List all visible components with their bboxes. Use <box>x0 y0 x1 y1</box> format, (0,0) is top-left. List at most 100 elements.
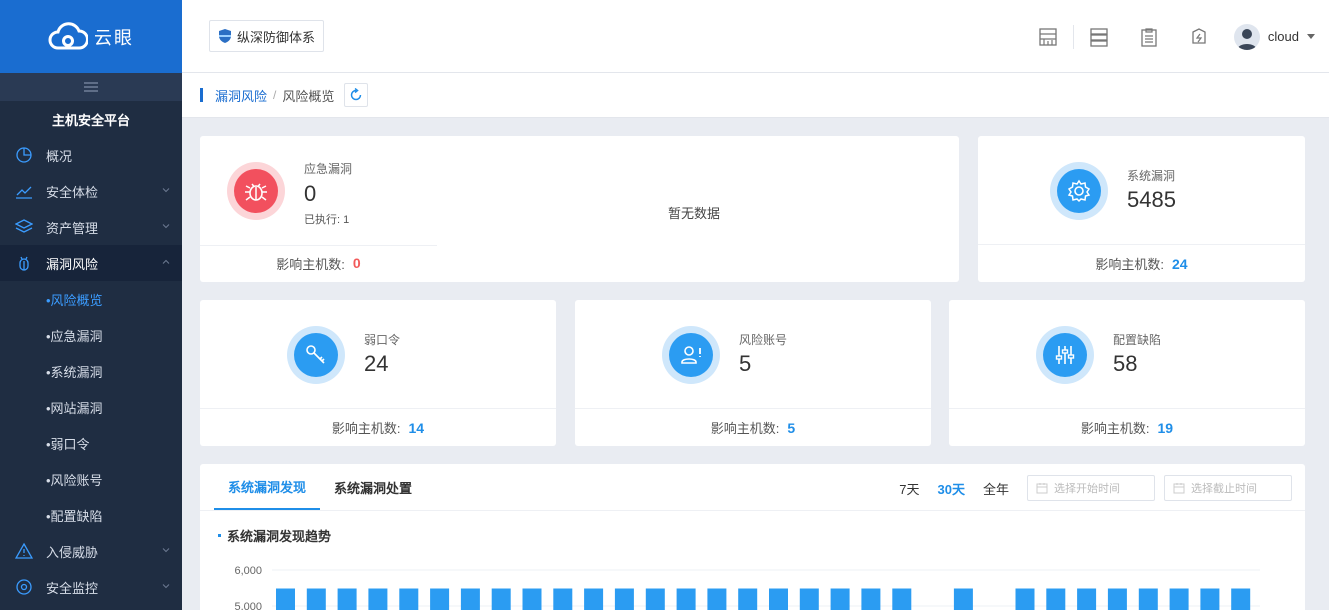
chart-bar[interactable] <box>1077 588 1097 610</box>
breadcrumb-marker <box>200 88 203 102</box>
sidebar-subitem-system-vuln[interactable]: •系统漏洞 <box>0 353 182 389</box>
chart-bar[interactable] <box>614 588 634 610</box>
start-date-placeholder: 选择开始时间 <box>1054 483 1120 495</box>
sidebar-collapse-button[interactable] <box>0 73 182 101</box>
sidebar-item-intrusion[interactable]: 入侵威胁 <box>0 533 182 569</box>
range-30-days[interactable]: 30天 <box>938 479 965 498</box>
chart-bar[interactable] <box>953 588 973 610</box>
shield-icon <box>219 29 231 43</box>
sidebar-subitem-config-defect[interactable]: •配置缺陷 <box>0 497 182 533</box>
tab-system-vuln-discovery[interactable]: 系统漏洞发现 <box>214 464 321 510</box>
sidebar-item-overview[interactable]: 概况 <box>0 137 182 173</box>
foot-label: 影响主机数: <box>331 421 401 436</box>
chart-bar[interactable] <box>1107 588 1127 610</box>
end-date-input[interactable]: 选择截止时间 <box>1164 475 1292 501</box>
user-menu[interactable]: cloud <box>1233 23 1315 50</box>
no-data-text: 暂无数据 <box>668 206 721 221</box>
emergency-vuln-card: 应急漏洞 0 已执行: 1 暂无数据 影响主机数: 0 <box>200 136 959 282</box>
refresh-button[interactable] <box>344 83 369 107</box>
power-icon[interactable] <box>1188 26 1210 48</box>
chart-bar[interactable] <box>460 588 480 610</box>
chart-bar[interactable] <box>1169 588 1189 610</box>
chart-bar[interactable] <box>522 588 542 610</box>
chevron-down-icon <box>162 188 170 193</box>
system-tag[interactable]: 纵深防御体系 <box>209 20 325 52</box>
chart-bar[interactable] <box>276 588 295 610</box>
warning-icon <box>14 541 34 561</box>
chart-bar[interactable] <box>553 588 573 610</box>
foot-label: 影响主机数: <box>276 256 345 272</box>
chart-bar[interactable] <box>337 588 357 610</box>
y-tick-label: 5,000 <box>234 601 262 610</box>
sidebar-item-assets[interactable]: 资产管理 <box>0 209 182 245</box>
title-dot <box>218 534 221 537</box>
layers-icon <box>14 217 34 237</box>
emergency-affected-hosts[interactable]: 0 <box>353 255 361 271</box>
risk-account-icon-circle <box>662 326 720 384</box>
sidebar-subitem-risk-overview[interactable]: •风险概览 <box>0 281 182 317</box>
line-chart-icon <box>14 181 34 201</box>
range-full-year[interactable]: 全年 <box>983 479 1009 498</box>
clipboard-icon[interactable] <box>1138 26 1160 48</box>
chart-bar[interactable] <box>1231 588 1251 610</box>
system-tag-label: 纵深防御体系 <box>237 29 316 45</box>
tab-system-vuln-handling[interactable]: 系统漏洞处置 <box>320 464 426 510</box>
risk-account-affected-hosts[interactable]: 5 <box>787 420 795 436</box>
sidebar-subitem-emergency-vuln[interactable]: •应急漏洞 <box>0 317 182 353</box>
sidebar-subitem-risk-account[interactable]: •风险账号 <box>0 461 182 497</box>
chart-bar[interactable] <box>584 588 604 610</box>
foot-label: 影响主机数: <box>1080 421 1150 436</box>
breadcrumb-current: 风险概览 <box>282 88 335 104</box>
chart-bar[interactable] <box>1015 588 1035 610</box>
config-defect-label: 配置缺陷 <box>1113 333 1162 347</box>
risk-account-foot: 影响主机数: 5 <box>575 408 931 446</box>
sidebar-item-label: 安全体检 <box>46 184 99 200</box>
server-icon[interactable] <box>1088 26 1110 48</box>
chart-bar[interactable] <box>799 588 819 610</box>
sidebar-item-label: 入侵威胁 <box>46 544 99 560</box>
chart-bar[interactable] <box>769 588 788 610</box>
avatar <box>1233 23 1260 50</box>
chart-bar[interactable] <box>399 588 419 610</box>
system-affected-hosts[interactable]: 24 <box>1172 256 1188 272</box>
chart-bar[interactable] <box>861 588 881 610</box>
chart-bar[interactable] <box>830 588 850 610</box>
y-tick-label: 6,000 <box>234 565 262 577</box>
sidebar-item-label: 概况 <box>46 148 73 164</box>
chart-bar[interactable] <box>491 588 511 610</box>
chart-bar[interactable] <box>645 588 665 610</box>
caret-down-icon <box>1307 34 1315 39</box>
chart-bar[interactable] <box>738 588 758 610</box>
chart-bar[interactable] <box>1046 588 1066 610</box>
gear-icon <box>1057 169 1101 213</box>
config-defect-affected-hosts[interactable]: 19 <box>1158 420 1174 436</box>
chevron-down-icon <box>162 584 170 589</box>
sidebar-item-monitor[interactable]: 安全监控 <box>0 569 182 605</box>
username: cloud <box>1267 29 1299 44</box>
logo[interactable]: 云眼 <box>0 0 182 73</box>
bug-icon <box>14 253 34 273</box>
system-value: 5485 <box>1127 187 1176 212</box>
sidebar-item-label: 安全监控 <box>46 580 99 596</box>
breadcrumb-parent[interactable]: 漏洞风险 <box>215 86 267 105</box>
sidebar-subitem-weak-password[interactable]: •弱口令 <box>0 425 182 461</box>
chart-bar[interactable] <box>676 588 696 610</box>
chart-bar[interactable] <box>368 588 388 610</box>
chart-bar[interactable] <box>707 588 727 610</box>
sidebar-item-vuln-risk[interactable]: 漏洞风险 <box>0 245 182 281</box>
chart-bar[interactable] <box>306 588 326 610</box>
dashboard-icon[interactable] <box>1037 26 1059 48</box>
top-header: 纵深防御体系 cloud <box>182 0 1329 73</box>
range-7-days[interactable]: 7天 <box>899 479 919 498</box>
panel-tabs: 系统漏洞发现 系统漏洞处置 <box>214 464 426 510</box>
chevron-down-icon <box>162 224 170 229</box>
chart-bar[interactable] <box>1200 588 1220 610</box>
chart-bar[interactable] <box>430 588 450 610</box>
chart-bar[interactable] <box>892 588 912 610</box>
sidebar-item-security-check[interactable]: 安全体检 <box>0 173 182 209</box>
chart-bar[interactable] <box>1138 588 1158 610</box>
pie-chart-icon <box>14 145 34 165</box>
weak-password-affected-hosts[interactable]: 14 <box>409 420 425 436</box>
sidebar-subitem-web-vuln[interactable]: •网站漏洞 <box>0 389 182 425</box>
start-date-input[interactable]: 选择开始时间 <box>1027 475 1155 501</box>
